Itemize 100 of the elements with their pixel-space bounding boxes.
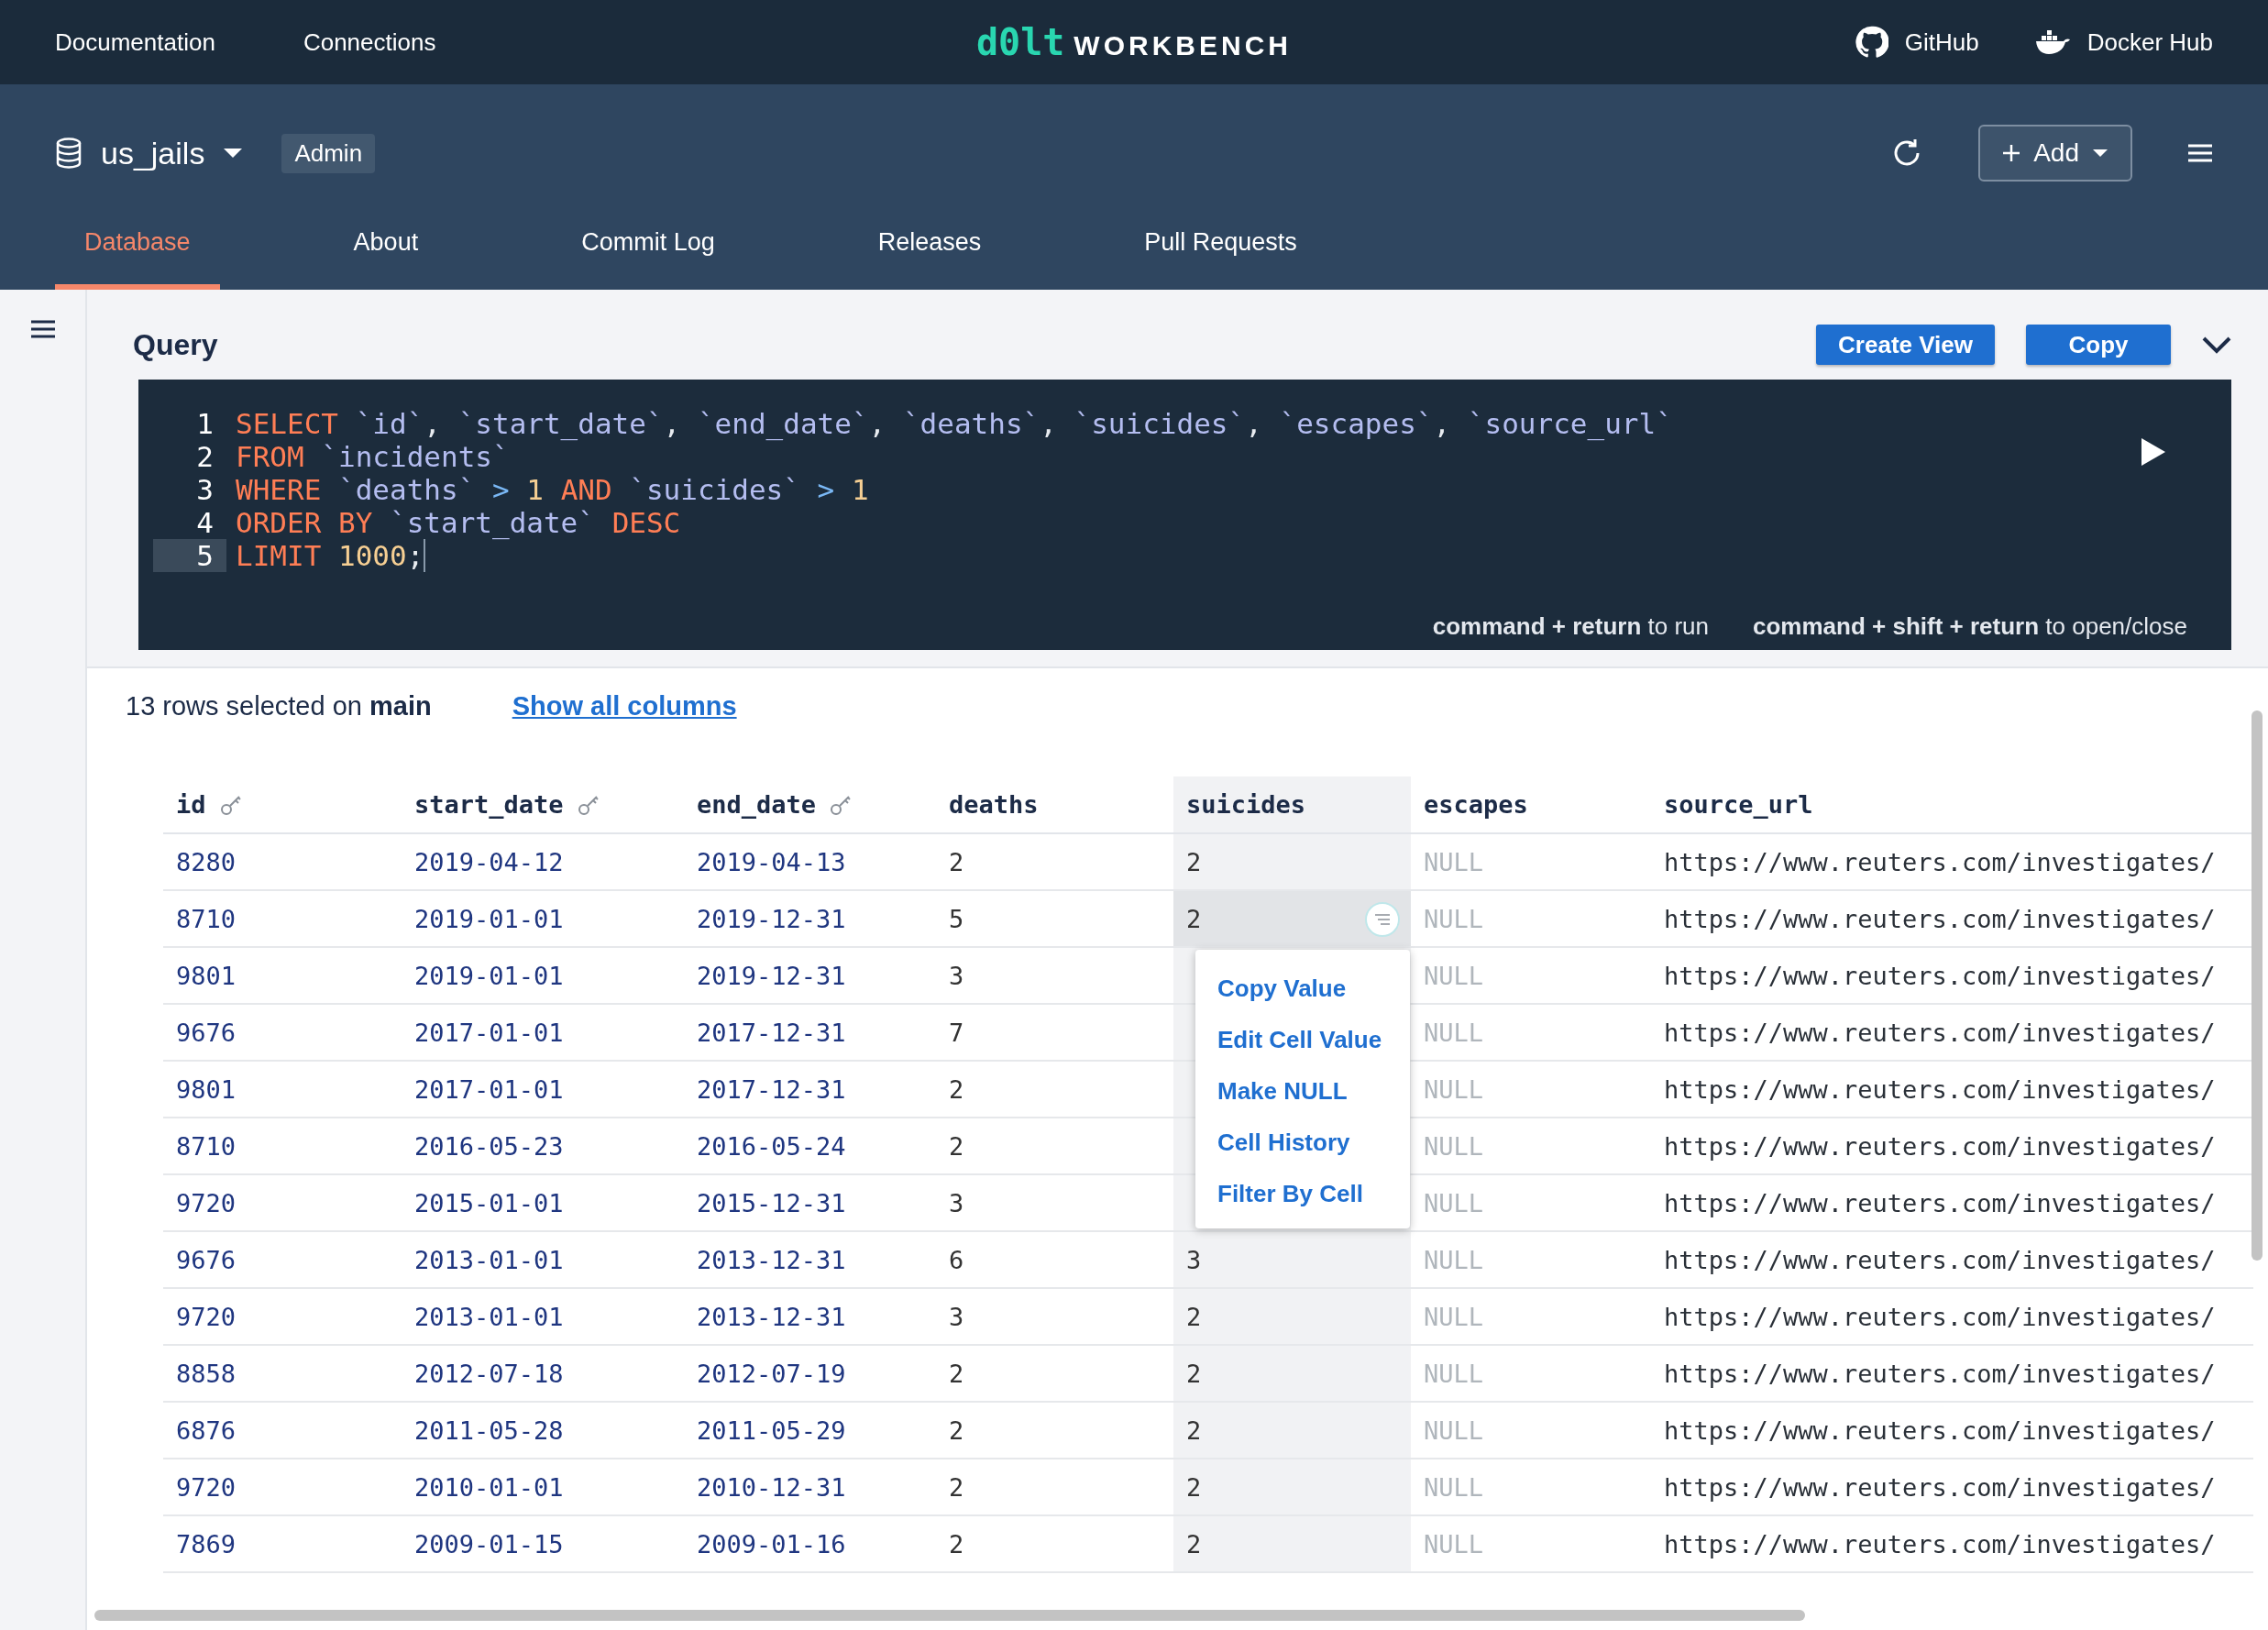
column-header[interactable]: start_date: [402, 776, 684, 833]
toolbar-button[interactable]: Create View: [1816, 325, 1995, 365]
table-cell: NULL: [1424, 1415, 1484, 1445]
shortcut-hint: command + shift + return to open/close: [1753, 612, 2187, 641]
table-cell: 2017-12-31: [697, 1074, 846, 1104]
code-line: WHERE `deaths` > 1 AND `suicides` > 1: [235, 473, 869, 506]
table-cell: NULL: [1424, 1018, 1484, 1047]
table-cell: 2016-05-23: [414, 1131, 564, 1161]
table-cell: NULL: [1424, 1188, 1484, 1217]
table-cell: 2: [1186, 1472, 1202, 1502]
menu-item[interactable]: Filter By Cell: [1195, 1168, 1410, 1219]
table-cell: NULL: [1424, 904, 1484, 933]
nav-link[interactable]: Connections: [303, 28, 436, 57]
table-cell: 2: [949, 1529, 964, 1558]
table-cell: https://www.reuters.com/investigates/: [1664, 847, 2216, 876]
table-cell: 2019-04-12: [414, 847, 564, 876]
table-cell: 2: [949, 1415, 964, 1445]
menu-item[interactable]: Make NULL: [1195, 1065, 1410, 1117]
table-cell: 2019-01-01: [414, 904, 564, 933]
caret-icon: [2092, 149, 2108, 158]
chevron-down-icon[interactable]: [2202, 336, 2231, 354]
code-editor[interactable]: [138, 380, 2231, 650]
table-cell: 2: [1186, 1529, 1202, 1558]
table-cell: 9801: [176, 1074, 237, 1104]
table-cell: NULL: [1424, 847, 1484, 876]
whale-icon: [2033, 28, 2071, 56]
column-header[interactable]: id: [163, 776, 402, 833]
code-line: LIMIT 1000;: [226, 539, 426, 572]
table-cell: 2013-01-01: [414, 1302, 564, 1331]
table-cell: https://www.reuters.com/investigates/: [1664, 1359, 2216, 1388]
tab[interactable]: Releases: [848, 222, 1011, 290]
role-badge: Admin: [281, 133, 376, 173]
table-cell: https://www.reuters.com/investigates/: [1664, 1472, 2216, 1502]
table-cell: 2013-12-31: [697, 1245, 846, 1274]
table-cell: 2: [949, 1074, 964, 1104]
table-cell: 2: [1186, 847, 1202, 876]
add-button[interactable]: Add: [1978, 125, 2132, 182]
table-cell: 2009-01-15: [414, 1529, 564, 1558]
nav-link[interactable]: Documentation: [55, 28, 215, 57]
github-icon: [1855, 26, 1888, 59]
table-cell: https://www.reuters.com/investigates/: [1664, 1415, 2216, 1445]
table-cell: 2013-01-01: [414, 1245, 564, 1274]
table-cell: 2: [949, 1359, 964, 1388]
table-cell: https://www.reuters.com/investigates/: [1664, 961, 2216, 990]
menu-item[interactable]: Copy Value: [1195, 963, 1410, 1014]
show-all-columns-link[interactable]: Show all columns: [512, 690, 737, 721]
table-cell: https://www.reuters.com/investigates/: [1664, 1188, 2216, 1217]
table-cell: https://www.reuters.com/investigates/: [1664, 1302, 2216, 1331]
table-cell: https://www.reuters.com/investigates/: [1664, 1074, 2216, 1104]
table-cell: 2016-05-24: [697, 1131, 846, 1161]
table-cell: 9801: [176, 961, 237, 990]
line-number: 2: [195, 440, 215, 473]
table-cell: 8858: [176, 1359, 237, 1388]
lines-icon: [1374, 913, 1391, 926]
caret-icon[interactable]: [223, 148, 244, 159]
tab[interactable]: Database: [55, 222, 220, 290]
table-cell: 2019-04-13: [697, 847, 846, 876]
table-cell: 2013-12-31: [697, 1302, 846, 1331]
table-cell: 3: [949, 961, 964, 990]
table-cell: 6876: [176, 1415, 237, 1445]
results-summary: 13 rows selected on main: [126, 690, 432, 721]
table-cell: 2: [1186, 1415, 1202, 1445]
cell-menu-button[interactable]: [1365, 902, 1400, 937]
column-header[interactable]: escapes: [1411, 776, 1651, 833]
table-cell: 2011-05-28: [414, 1415, 564, 1445]
menu-item[interactable]: Edit Cell Value: [1195, 1014, 1410, 1065]
table-cell: 2019-12-31: [697, 904, 846, 933]
table-cell: https://www.reuters.com/investigates/: [1664, 1245, 2216, 1274]
sidebar-menu-icon[interactable]: [29, 319, 56, 339]
vertical-scrollbar[interactable]: [2251, 710, 2262, 1261]
line-number: 3: [195, 473, 215, 506]
table-cell: 2: [1186, 1359, 1202, 1388]
tab[interactable]: Commit Log: [552, 222, 744, 290]
table-cell: 6: [949, 1245, 964, 1274]
table-cell: 8710: [176, 1131, 237, 1161]
table-cell: 2017-01-01: [414, 1018, 564, 1047]
table-cell: 9676: [176, 1245, 237, 1274]
table-cell: 9720: [176, 1188, 237, 1217]
column-header[interactable]: suicides: [1173, 776, 1411, 833]
query-title: Query: [133, 327, 218, 362]
code-line: SELECT `id`, `start_date`, `end_date`, `deaths`, `suicides`, `escapes`, `source_url`: [235, 407, 1673, 440]
tab[interactable]: Pull Requests: [1115, 222, 1327, 290]
table-cell: 3: [1186, 1245, 1202, 1274]
external-link[interactable]: Docker Hub: [2086, 28, 2213, 57]
table-cell: NULL: [1424, 1302, 1484, 1331]
column-header[interactable]: end_date: [684, 776, 936, 833]
menu-item[interactable]: Cell History: [1195, 1117, 1410, 1168]
table-cell: 2010-01-01: [414, 1472, 564, 1502]
play-icon[interactable]: [2140, 436, 2167, 468]
horizontal-scrollbar[interactable]: [94, 1610, 1805, 1621]
menu-icon[interactable]: [2187, 143, 2213, 163]
table-cell: 2012-07-19: [697, 1359, 846, 1388]
external-link[interactable]: GitHub: [1904, 28, 1979, 57]
toolbar-button[interactable]: Copy: [2026, 325, 2171, 365]
tab[interactable]: About: [324, 222, 448, 290]
table-cell: NULL: [1424, 1245, 1484, 1274]
database-name[interactable]: us_jails: [101, 135, 205, 171]
table-cell: 7: [949, 1018, 964, 1047]
logo-wordmark: WORKBENCH: [1073, 30, 1292, 61]
table-cell: 9676: [176, 1018, 237, 1047]
